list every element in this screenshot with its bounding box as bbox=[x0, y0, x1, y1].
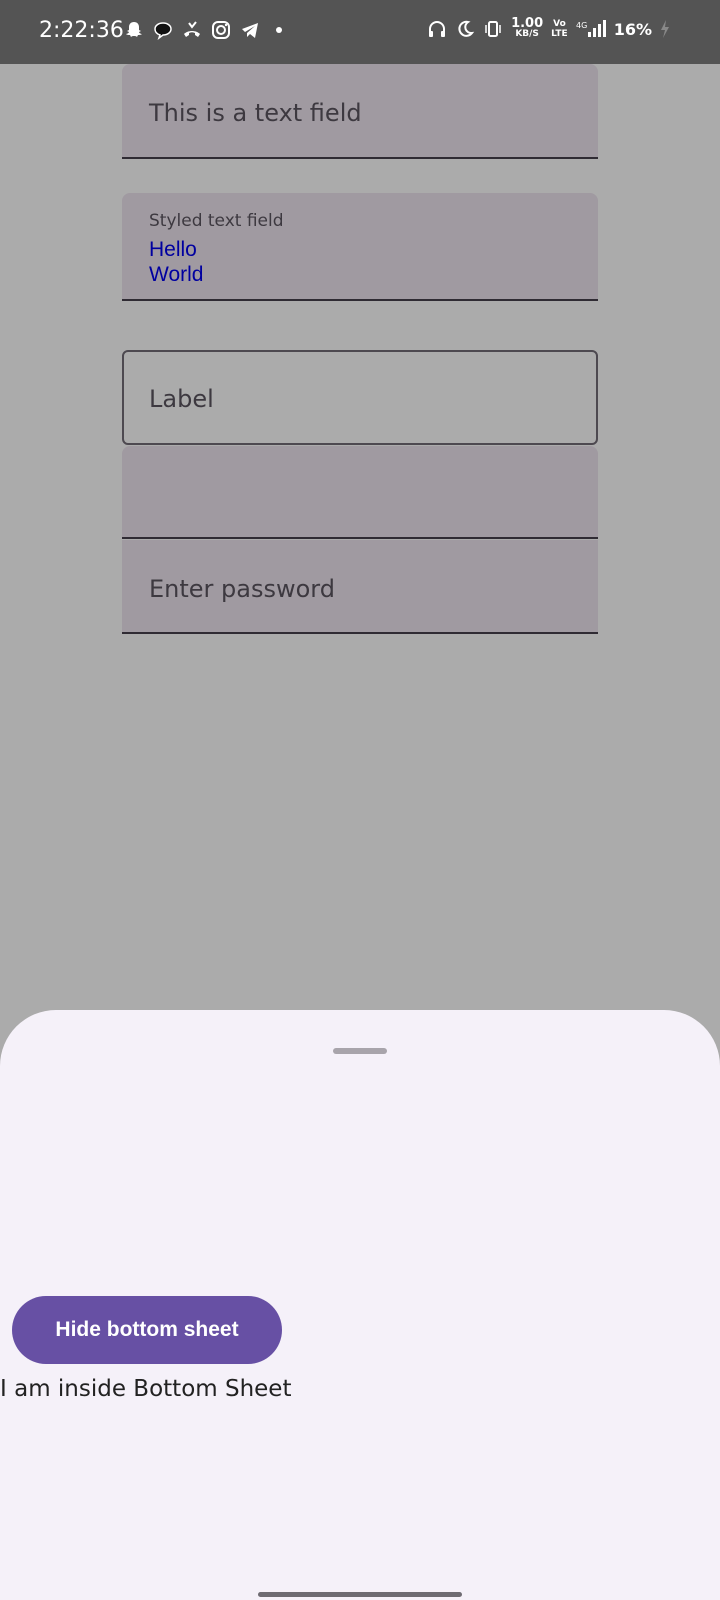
do-not-disturb-moon-icon bbox=[455, 19, 475, 39]
network-speed-unit: KB/S bbox=[515, 29, 539, 39]
signal-4g-icon: 4G bbox=[576, 19, 606, 39]
chat-bubble-icon bbox=[153, 20, 173, 40]
password-field[interactable]: Enter password bbox=[122, 540, 598, 634]
network-speed: 1.00 KB/S bbox=[511, 16, 544, 40]
volte-bottom: LTE bbox=[551, 29, 568, 39]
outlined-field-label: Label bbox=[149, 385, 214, 413]
telegram-icon bbox=[240, 20, 260, 40]
bottom-sheet: Hide bottom sheet I am inside Bottom She… bbox=[0, 1010, 720, 1600]
drag-handle[interactable] bbox=[333, 1048, 387, 1054]
hide-bottom-sheet-button[interactable]: Hide bottom sheet bbox=[12, 1296, 282, 1364]
dot-icon bbox=[269, 20, 289, 40]
bottom-sheet-text: I am inside Bottom Sheet bbox=[0, 1376, 292, 1402]
vibrate-icon bbox=[483, 19, 503, 39]
signal-network-label: 4G bbox=[576, 21, 587, 30]
volte-indicator: Vo LTE bbox=[551, 19, 568, 39]
empty-text-field[interactable] bbox=[122, 446, 598, 539]
network-speed-value: 1.00 bbox=[511, 16, 544, 31]
outlined-label-field[interactable]: Label bbox=[122, 350, 598, 445]
charging-icon bbox=[660, 19, 670, 39]
password-placeholder: Enter password bbox=[149, 575, 335, 603]
missed-call-icon bbox=[182, 20, 202, 40]
styled-text-field-label: Styled text field bbox=[149, 211, 284, 231]
headphones-icon bbox=[427, 19, 447, 39]
volte-top: Vo bbox=[553, 19, 566, 29]
status-bar: 2:22:36 1.00 KB/S Vo LTE 4G 16% bbox=[0, 0, 720, 64]
system-status: 1.00 KB/S Vo LTE 4G 16% bbox=[427, 16, 670, 40]
app-screen: 2:22:36 1.00 KB/S Vo LTE 4G 16% This is … bbox=[0, 0, 720, 1600]
battery-percent: 16% bbox=[613, 19, 652, 39]
status-time: 2:22:36 bbox=[39, 18, 124, 43]
text-field[interactable]: This is a text field bbox=[122, 64, 598, 159]
snapchat-icon bbox=[124, 20, 144, 40]
notification-icons bbox=[124, 20, 289, 40]
instagram-icon bbox=[211, 20, 231, 40]
text-field-placeholder: This is a text field bbox=[149, 99, 362, 127]
styled-text-field-value: Hello World bbox=[149, 238, 204, 286]
styled-text-field[interactable]: Styled text field Hello World bbox=[122, 193, 598, 301]
gesture-nav-bar[interactable] bbox=[258, 1592, 462, 1597]
